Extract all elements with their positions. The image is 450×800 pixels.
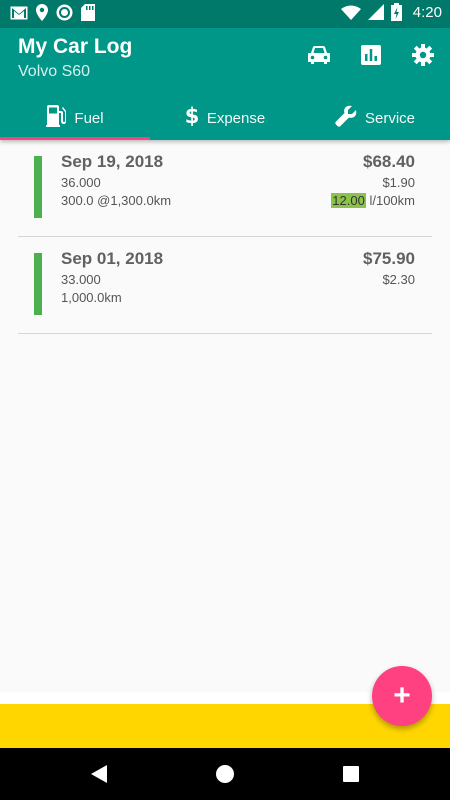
car-icon (307, 45, 331, 70)
entry-odometer: 33.000 (61, 272, 101, 287)
entry-consumption: 12.00 l/100km (331, 193, 415, 208)
gmail-icon (10, 6, 28, 20)
consumption-unit: l/100km (369, 193, 415, 208)
plus-icon: + (393, 679, 411, 712)
entry-odometer: 36.000 (61, 175, 101, 190)
back-icon[interactable] (90, 764, 108, 789)
entry-cost: $75.90 (363, 249, 415, 268)
settings-button[interactable] (408, 42, 438, 72)
status-bar-right: 4:20 (340, 3, 442, 21)
system-nav-bar (0, 748, 450, 800)
dollar-icon: $ (185, 104, 200, 131)
entry-price: $2.30 (382, 272, 415, 287)
app-title: My Car Log (18, 35, 133, 58)
sd-card-icon (81, 4, 95, 21)
entry-date: Sep 19, 2018 (61, 152, 164, 171)
home-icon[interactable] (215, 764, 235, 789)
status-bar-left (10, 4, 95, 21)
settings-icon (412, 43, 434, 71)
tab-expense-label: Expense (206, 109, 266, 127)
battery-charging-icon (390, 3, 402, 21)
entry-distance: 300.0 @1,300.0km (61, 193, 172, 208)
entry-cost: $68.40 (363, 152, 415, 171)
tab-bar: Fuel $ Expense Service (0, 96, 450, 140)
app-bar: My Car Log Volvo S60 Fuel $ Expense Serv… (0, 28, 450, 140)
consumption-value: 12.00 (331, 193, 366, 208)
entry-color-bar (34, 156, 42, 218)
tab-fuel[interactable]: Fuel (0, 96, 150, 140)
chart-icon (361, 44, 381, 70)
signal-icon (367, 4, 384, 20)
location-icon (36, 4, 48, 21)
fuel-entry-list: Sep 19, 2018 36.000 300.0 @1,300.0km $68… (18, 140, 432, 334)
status-bar: 4:20 (0, 0, 450, 28)
entry-color-bar (34, 253, 42, 315)
tab-service[interactable]: Service (300, 96, 450, 140)
status-clock: 4:20 (412, 3, 442, 21)
entry-date: Sep 01, 2018 (61, 249, 164, 268)
list-item[interactable]: Sep 01, 2018 33.000 1,000.0km $75.90 $2.… (18, 237, 432, 334)
wifi-icon (340, 5, 361, 20)
circle-app-icon (56, 4, 73, 21)
add-entry-button[interactable]: + (372, 666, 432, 726)
wrench-icon (335, 105, 357, 131)
statistics-button[interactable] (356, 42, 386, 72)
vehicles-button[interactable] (304, 42, 334, 72)
svg-text:$: $ (185, 105, 199, 127)
tab-expense[interactable]: $ Expense (150, 96, 300, 140)
vehicle-name: Volvo S60 (18, 63, 91, 80)
list-item[interactable]: Sep 19, 2018 36.000 300.0 @1,300.0km $68… (18, 140, 432, 237)
entry-distance: 1,000.0km (61, 290, 122, 305)
entry-price: $1.90 (382, 175, 415, 190)
tab-service-label: Service (364, 109, 416, 127)
recents-icon[interactable] (343, 766, 359, 787)
tab-fuel-label: Fuel (74, 109, 104, 127)
fuel-pump-icon (46, 105, 67, 131)
